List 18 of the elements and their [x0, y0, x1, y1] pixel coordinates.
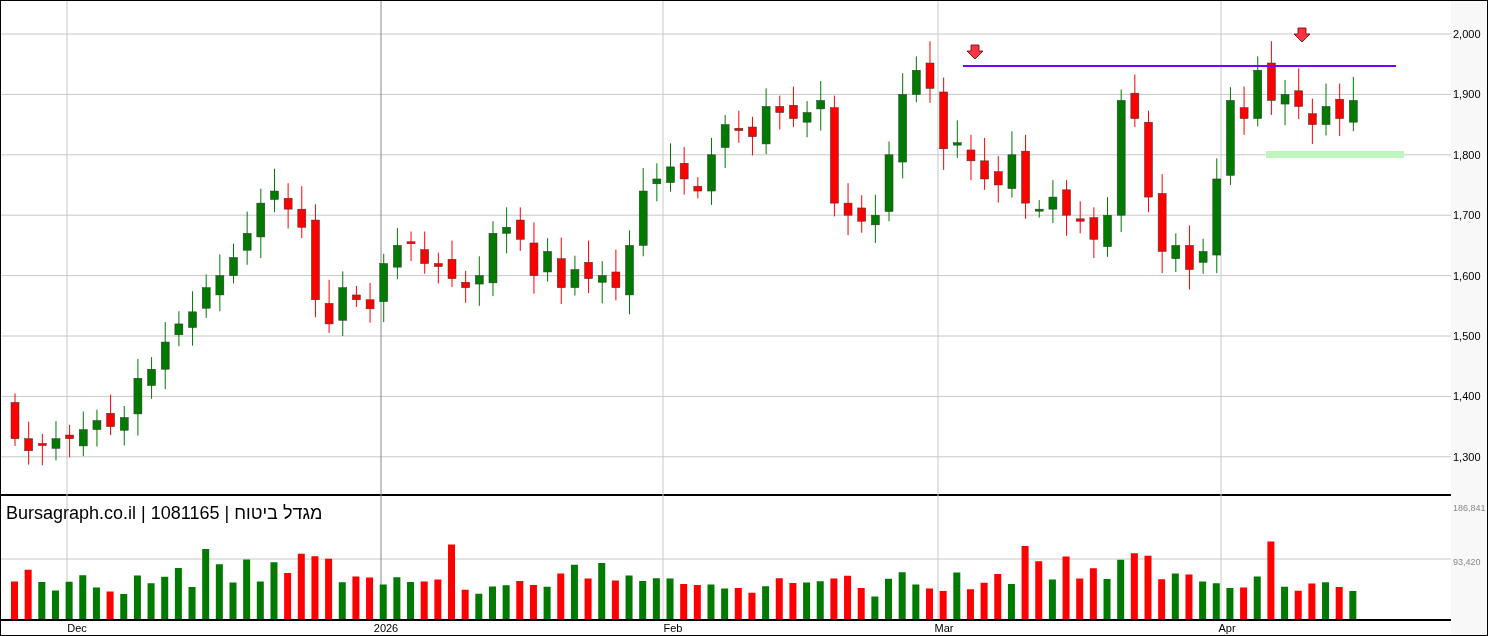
down-arrow-icon — [966, 44, 984, 60]
time-axis-label: Feb — [663, 622, 683, 635]
price-axis-label: 1,700 — [1453, 209, 1481, 222]
volume-axis-label: 93,420 — [1453, 557, 1481, 567]
time-axis-label: 2026 — [373, 622, 399, 635]
time-axis-label: Apr — [1218, 622, 1236, 635]
price-axis-label: 1,500 — [1453, 330, 1481, 342]
price-axis-label: 2,000 — [1453, 28, 1481, 40]
price-axis-label: 1,300 — [1453, 450, 1481, 463]
price-axis-label: 1,900 — [1453, 88, 1481, 101]
price-axis-label: 1,600 — [1453, 269, 1481, 282]
chart-title: Bursagraph.co.il | 1081165 | מגדל ביטוח — [6, 502, 323, 526]
time-axis-label: Mar — [934, 622, 954, 635]
volume-axis-label: 186,841 — [1453, 503, 1486, 513]
price-axis-label: 1,400 — [1453, 390, 1481, 403]
time-axis-label: Dec — [67, 622, 87, 635]
down-arrow-icon — [1293, 27, 1311, 43]
price-axis-label: 1,800 — [1453, 148, 1481, 161]
